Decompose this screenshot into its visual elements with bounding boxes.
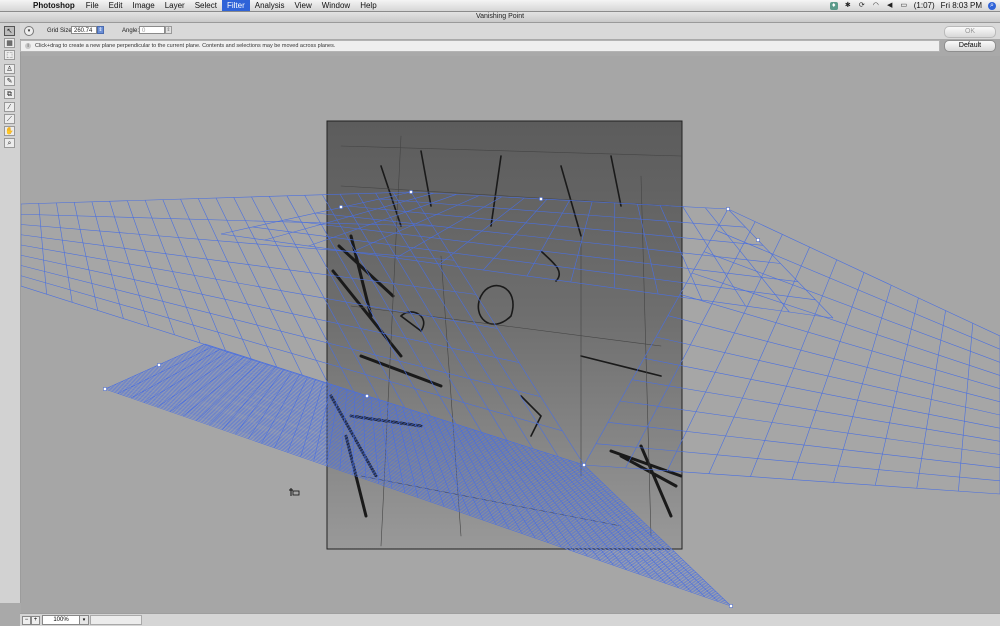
- eyedropper-tool-icon[interactable]: ⁄: [4, 102, 15, 112]
- shield-icon[interactable]: ♦: [830, 2, 838, 10]
- grid-size-stepper[interactable]: ⇕: [97, 26, 104, 34]
- angle-stepper[interactable]: ⇕: [165, 26, 172, 34]
- grid-line: [644, 358, 1000, 428]
- cursor-icon: [289, 488, 299, 496]
- measure-tool-icon[interactable]: ⟋: [4, 114, 15, 124]
- tool-preset-icon[interactable]: ▾: [24, 26, 34, 36]
- volume-icon[interactable]: ◀: [886, 2, 894, 10]
- brush-tool-icon[interactable]: ✎: [4, 76, 15, 86]
- battery-icon[interactable]: ▭: [900, 2, 908, 10]
- sync-icon[interactable]: ⟳: [858, 2, 866, 10]
- plane-handle[interactable]: [158, 364, 161, 367]
- window-title-bar: Vanishing Point: [0, 12, 1000, 23]
- default-button[interactable]: Default: [944, 40, 996, 52]
- hint-bar: i Click+drag to create a new plane perpen…: [20, 40, 940, 52]
- menu-filter[interactable]: Filter: [222, 0, 250, 11]
- grid-line: [704, 252, 1000, 363]
- menu-view[interactable]: View: [290, 0, 317, 11]
- plane-handle[interactable]: [340, 206, 343, 209]
- zoom-in-button[interactable]: +: [31, 616, 40, 625]
- menu-list: Photoshop File Edit Image Layer Select F…: [28, 0, 382, 11]
- zoom-field[interactable]: 100%: [42, 615, 80, 625]
- menu-window[interactable]: Window: [317, 0, 355, 11]
- stamp-tool-icon[interactable]: ♙: [4, 64, 15, 74]
- create-plane-tool-icon[interactable]: ▦: [4, 38, 15, 48]
- options-bar: ▾ Grid Size: 260.74 ⇕ Angle: 0 ⇕: [20, 23, 1000, 39]
- status-bar: − + 100% ▾: [20, 613, 1000, 626]
- window-title: Vanishing Point: [476, 13, 524, 20]
- horizontal-scrollbar[interactable]: [90, 615, 142, 625]
- canvas-drawing[interactable]: [21, 56, 1000, 613]
- transform-tool-icon[interactable]: ⧉: [4, 89, 15, 99]
- plane-handle[interactable]: [730, 605, 733, 608]
- wifi-icon[interactable]: ◠: [872, 2, 880, 10]
- menu-bar: Photoshop File Edit Image Layer Select F…: [0, 0, 1000, 12]
- grid-line: [656, 337, 1000, 415]
- marquee-tool-icon[interactable]: ⬚: [4, 50, 15, 60]
- plane-handle[interactable]: [727, 208, 730, 211]
- menu-image[interactable]: Image: [127, 0, 159, 11]
- tools-panel: ↖ ▦ ⬚ ♙ ✎ ⧉ ⁄ ⟋ ✋ ⌕: [0, 23, 21, 603]
- grid-size-input[interactable]: 260.74: [71, 26, 97, 34]
- ok-button[interactable]: OK: [944, 26, 996, 38]
- angle-input[interactable]: 0: [139, 26, 165, 34]
- menu-select[interactable]: Select: [190, 0, 222, 11]
- menu-status-area: ♦ ✱ ⟳ ◠ ◀ ▭ (1:07) Fri 8:03 PM ⌕: [830, 0, 996, 11]
- zoom-tool-icon[interactable]: ⌕: [4, 138, 15, 148]
- bluetooth-icon[interactable]: ✱: [844, 2, 852, 10]
- grid-line: [692, 273, 1000, 376]
- menu-help[interactable]: Help: [355, 0, 381, 11]
- edit-plane-tool-icon[interactable]: ↖: [4, 26, 15, 36]
- angle-label: Angle:: [122, 28, 139, 34]
- clock[interactable]: Fri 8:03 PM: [941, 1, 982, 10]
- plane-handle[interactable]: [583, 464, 586, 467]
- grid-size-label: Grid Size:: [47, 28, 73, 34]
- vanishing-point-canvas[interactable]: [21, 56, 1000, 613]
- hand-tool-icon[interactable]: ✋: [4, 126, 15, 136]
- grid-line: [728, 209, 1000, 336]
- menu-analysis[interactable]: Analysis: [250, 0, 290, 11]
- battery-time[interactable]: (1:07): [914, 1, 935, 10]
- plane-handle[interactable]: [410, 191, 413, 194]
- plane-handle[interactable]: [366, 395, 369, 398]
- document-image: [327, 121, 682, 549]
- plane-handle[interactable]: [757, 239, 760, 242]
- menu-layer[interactable]: Layer: [160, 0, 190, 11]
- info-icon: i: [25, 43, 31, 49]
- menu-edit[interactable]: Edit: [104, 0, 128, 11]
- menu-file[interactable]: File: [81, 0, 104, 11]
- menu-app-photoshop[interactable]: Photoshop: [28, 0, 81, 11]
- zoom-dropdown-icon[interactable]: ▾: [79, 615, 89, 625]
- zoom-out-button[interactable]: −: [22, 616, 31, 625]
- spotlight-icon[interactable]: ⌕: [988, 2, 996, 10]
- grid-line: [716, 230, 1000, 349]
- plane-handle[interactable]: [540, 198, 543, 201]
- plane-handle[interactable]: [104, 388, 107, 391]
- hint-text: Click+drag to create a new plane perpend…: [35, 43, 335, 49]
